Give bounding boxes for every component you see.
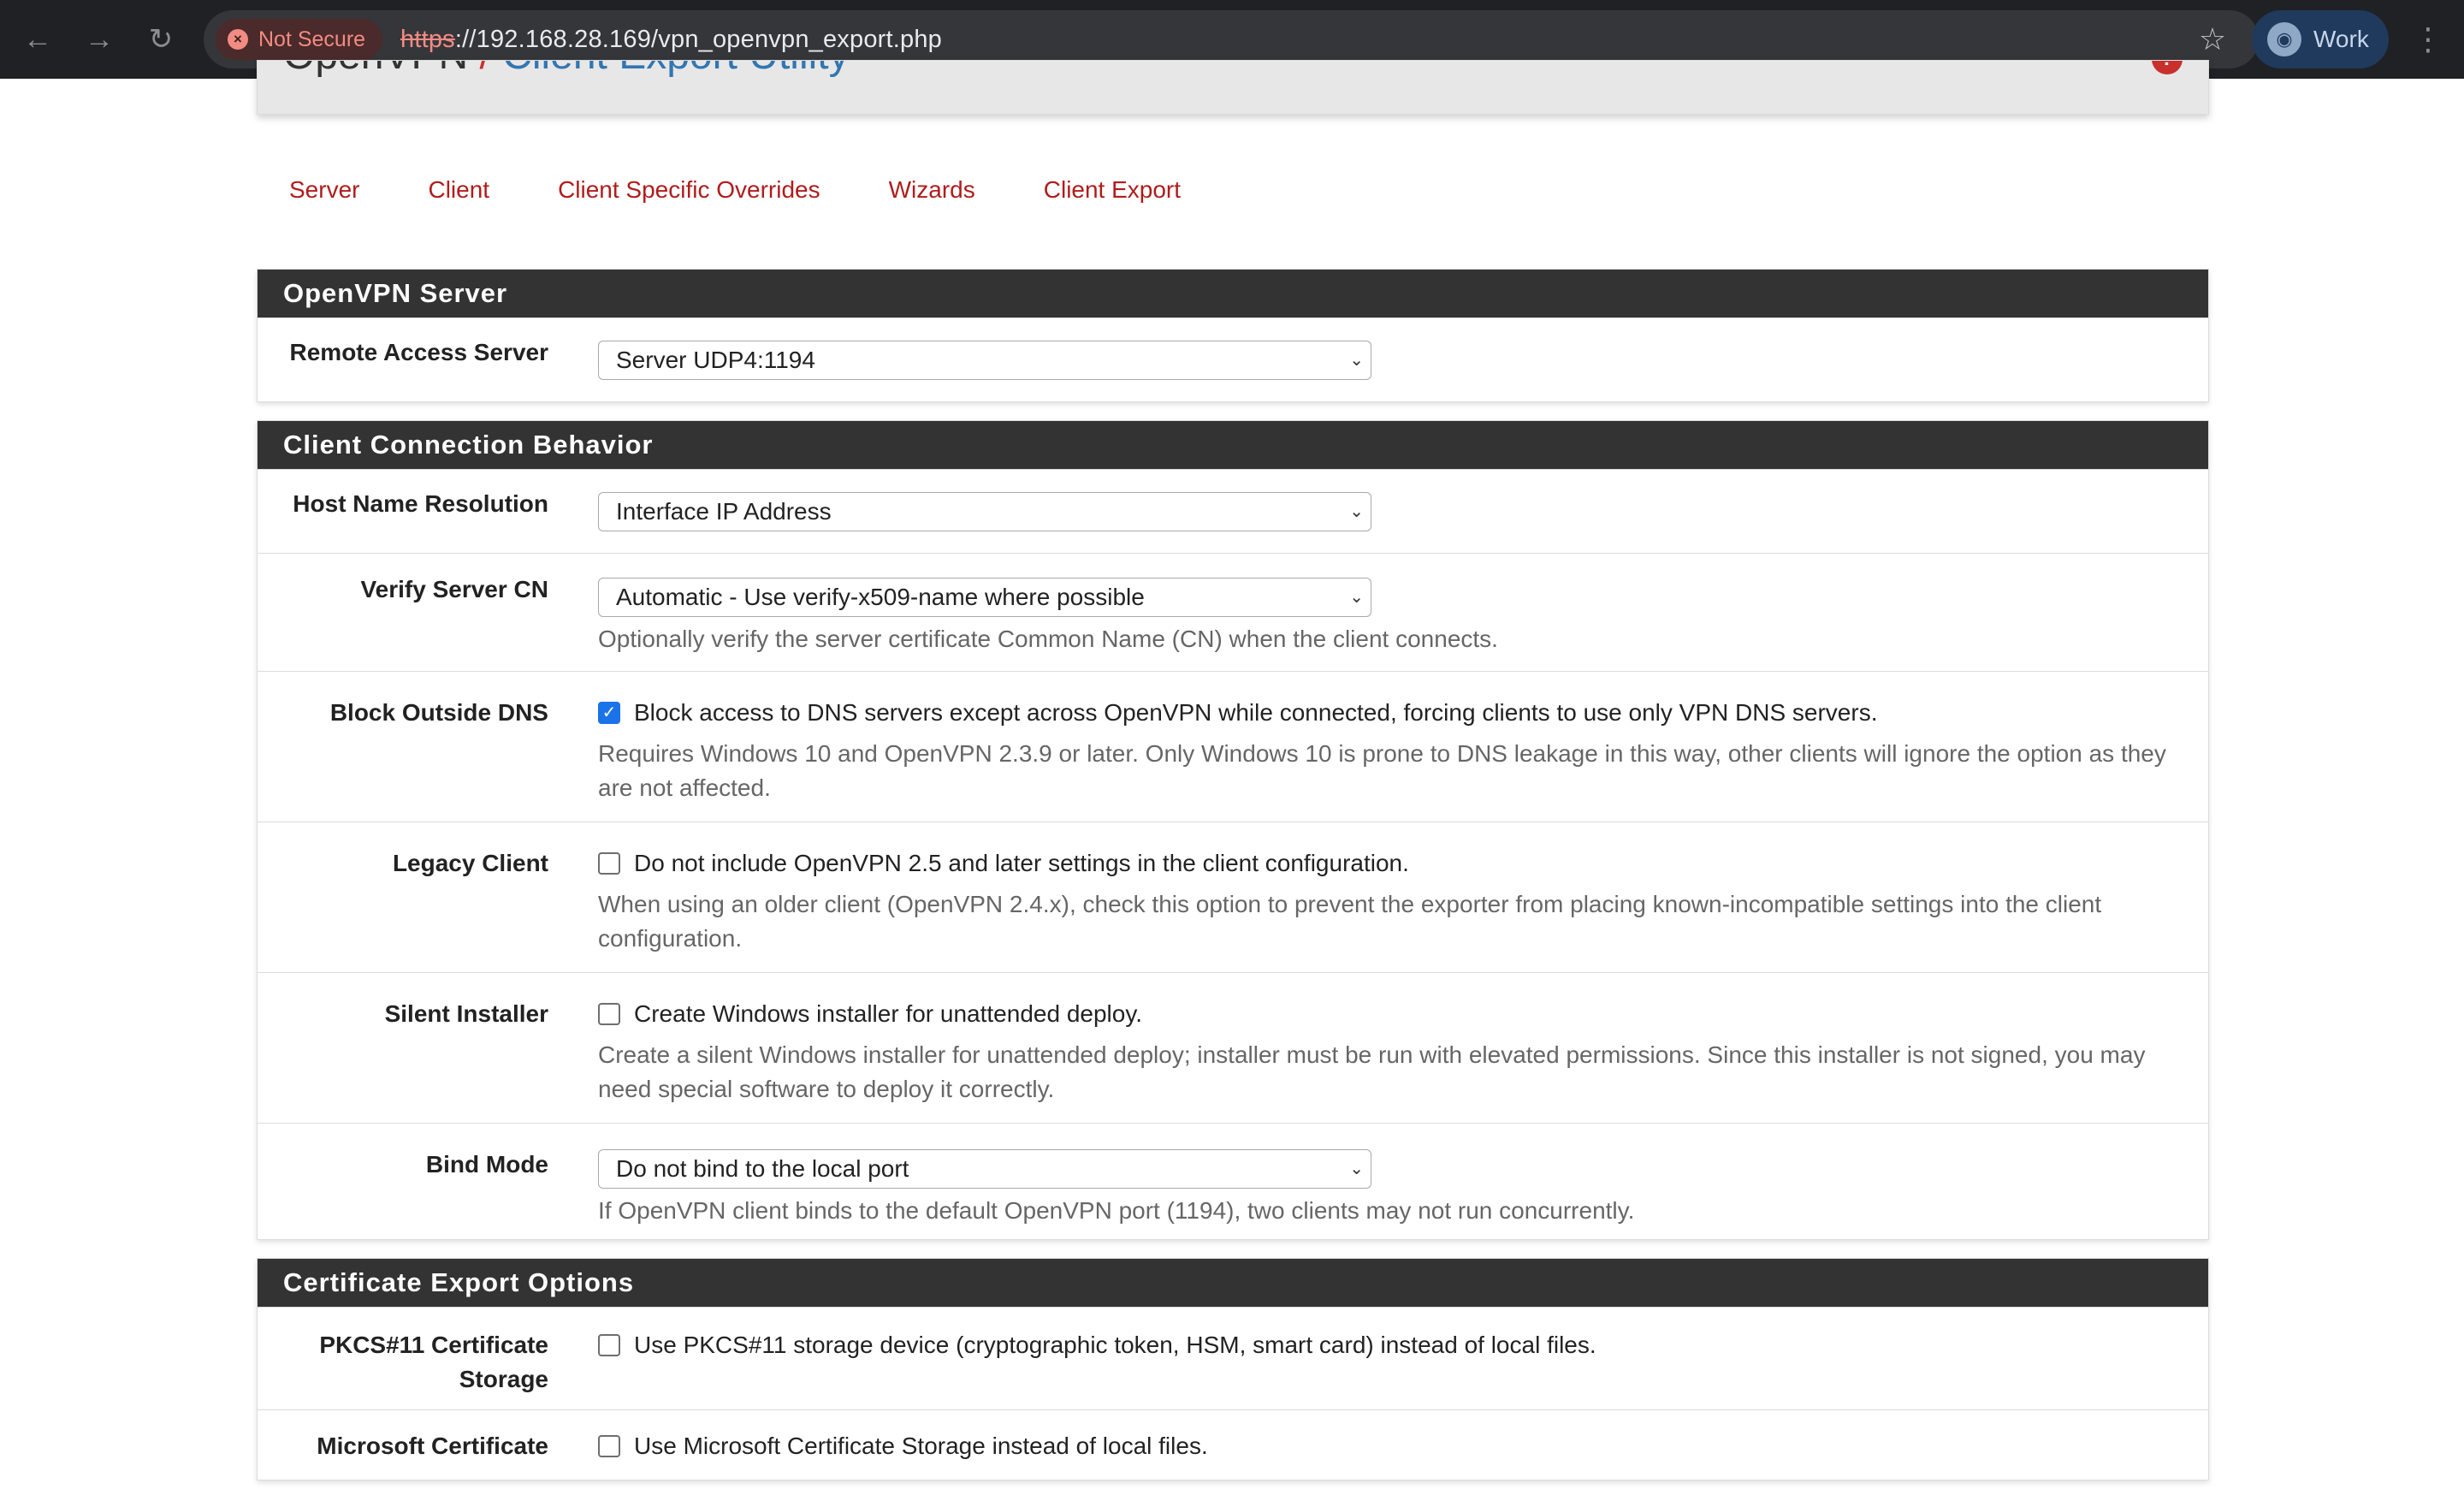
select-value: Automatic - Use verify-x509-name where p… [616, 584, 1145, 610]
block-outside-dns-help: Requires Windows 10 and OpenVPN 2.3.9 or… [598, 740, 2166, 801]
chevron-down-icon: ⌄ [1349, 1160, 1364, 1178]
panel-heading: OpenVPN Server [258, 270, 2208, 317]
silent-installer-label: Silent Installer [384, 1000, 548, 1027]
chevron-down-icon: ⌄ [1349, 502, 1364, 521]
tab-server[interactable]: Server [289, 168, 359, 212]
legacy-client-row: Legacy Client Do not include OpenVPN 2.5… [258, 822, 2208, 972]
silent-installer-checkbox[interactable] [598, 1003, 620, 1025]
tab-client-export[interactable]: Client Export [1044, 168, 1181, 212]
security-label: Not Secure [258, 27, 366, 51]
bookmark-star-icon[interactable]: ☆ [2192, 19, 2233, 60]
verify-server-cn-row: Verify Server CN Automatic - Use verify-… [258, 553, 2208, 671]
verify-server-cn-label: Verify Server CN [360, 576, 548, 602]
pkcs11-checkbox[interactable] [598, 1334, 620, 1356]
microsoft-cert-label: Microsoft Certificate [317, 1433, 548, 1459]
bind-mode-select[interactable]: Do not bind to the local port ⌄ [598, 1149, 1371, 1189]
openvpn-server-panel: OpenVPN Server Remote Access Server Serv… [257, 269, 2209, 402]
url-path: ://192.168.28.169/vpn_openvpn_export.php [454, 26, 943, 53]
profile-button[interactable]: ◉ Work [2252, 10, 2389, 68]
profile-label: Work [2313, 26, 2369, 52]
silent-installer-help: Create a silent Windows installer for un… [598, 1041, 2146, 1102]
chevron-down-icon: ⌄ [1349, 588, 1364, 607]
certificate-export-panel: Certificate Export Options PKCS#11 Certi… [257, 1258, 2209, 1480]
bind-mode-help: If OpenVPN client binds to the default O… [598, 1197, 1635, 1224]
host-name-resolution-row: Host Name Resolution Interface IP Addres… [258, 469, 2208, 553]
block-outside-dns-checkbox[interactable]: ✓ [598, 702, 620, 724]
silent-installer-row: Silent Installer Create Windows installe… [258, 972, 2208, 1123]
tab-wizards[interactable]: Wizards [889, 168, 975, 212]
tab-client-specific-overrides[interactable]: Client Specific Overrides [558, 168, 820, 212]
panel-heading: Certificate Export Options [258, 1259, 2208, 1307]
legacy-client-label: Legacy Client [392, 850, 548, 876]
breadcrumb-current[interactable]: Client Export Utility [502, 61, 849, 78]
microsoft-cert-checkbox[interactable] [598, 1435, 620, 1457]
block-outside-dns-label: Block Outside DNS [329, 699, 548, 726]
verify-server-cn-help: Optionally verify the server certificate… [598, 626, 1498, 652]
warning-icon: × [228, 29, 248, 50]
host-name-resolution-select[interactable]: Interface IP Address ⌄ [598, 492, 1371, 531]
bind-mode-row: Bind Mode Do not bind to the local port … [258, 1123, 2208, 1239]
remote-access-server-row: Remote Access Server Server UDP4:1194 ⌄ [258, 317, 2208, 401]
legacy-client-option[interactable]: Do not include OpenVPN 2.5 and later set… [634, 850, 1409, 877]
tab-client[interactable]: Client [428, 168, 489, 212]
pkcs11-row: PKCS#11 Certificate Storage Use PKCS#11 … [258, 1307, 2208, 1409]
page-header: OpenVPN / Client Export Utility ? [257, 60, 2209, 115]
breadcrumb-separator: / [479, 61, 490, 78]
silent-installer-option[interactable]: Create Windows installer for unattended … [634, 1000, 1142, 1028]
client-connection-panel: Client Connection Behavior Host Name Res… [257, 420, 2209, 1240]
block-outside-dns-option[interactable]: Block access to DNS servers except acros… [634, 699, 1877, 727]
host-name-resolution-label: Host Name Resolution [293, 490, 548, 517]
select-value: Do not bind to the local port [616, 1155, 909, 1182]
remote-access-server-select[interactable]: Server UDP4:1194 ⌄ [598, 341, 1371, 380]
reload-icon[interactable]: ↻ [140, 19, 181, 60]
bind-mode-label: Bind Mode [425, 1151, 548, 1178]
legacy-client-help: When using an older client (OpenVPN 2.4.… [598, 891, 2102, 952]
microsoft-cert-row: Microsoft Certificate Use Microsoft Cert… [258, 1409, 2208, 1495]
pkcs11-label: PKCS#11 Certificate Storage [319, 1332, 548, 1392]
url-scheme: https [400, 26, 455, 53]
chevron-down-icon: ⌄ [1349, 351, 1364, 370]
breadcrumb: OpenVPN / Client Export Utility [283, 61, 850, 79]
back-icon[interactable]: ← [17, 19, 58, 60]
select-value: Interface IP Address [616, 498, 832, 525]
microsoft-cert-option[interactable]: Use Microsoft Certificate Storage instea… [634, 1433, 1208, 1460]
help-icon[interactable]: ? [2152, 61, 2183, 74]
remote-access-server-label: Remote Access Server [289, 339, 548, 365]
legacy-client-checkbox[interactable] [598, 852, 620, 875]
breadcrumb-parent[interactable]: OpenVPN [283, 61, 468, 78]
profile-avatar-icon: ◉ [2267, 22, 2301, 56]
panel-heading: Client Connection Behavior [258, 421, 2208, 469]
select-value: Server UDP4:1194 [616, 347, 815, 373]
verify-server-cn-select[interactable]: Automatic - Use verify-x509-name where p… [598, 578, 1371, 617]
security-indicator[interactable]: × Not Secure [216, 19, 383, 60]
forward-icon[interactable]: → [79, 19, 120, 60]
kebab-menu-icon[interactable]: ⋮ [2411, 19, 2445, 60]
block-outside-dns-row: Block Outside DNS ✓ Block access to DNS … [258, 671, 2208, 822]
tab-bar: Server Client Client Specific Overrides … [257, 168, 1217, 212]
pkcs11-option[interactable]: Use PKCS#11 storage device (cryptographi… [634, 1332, 1596, 1359]
